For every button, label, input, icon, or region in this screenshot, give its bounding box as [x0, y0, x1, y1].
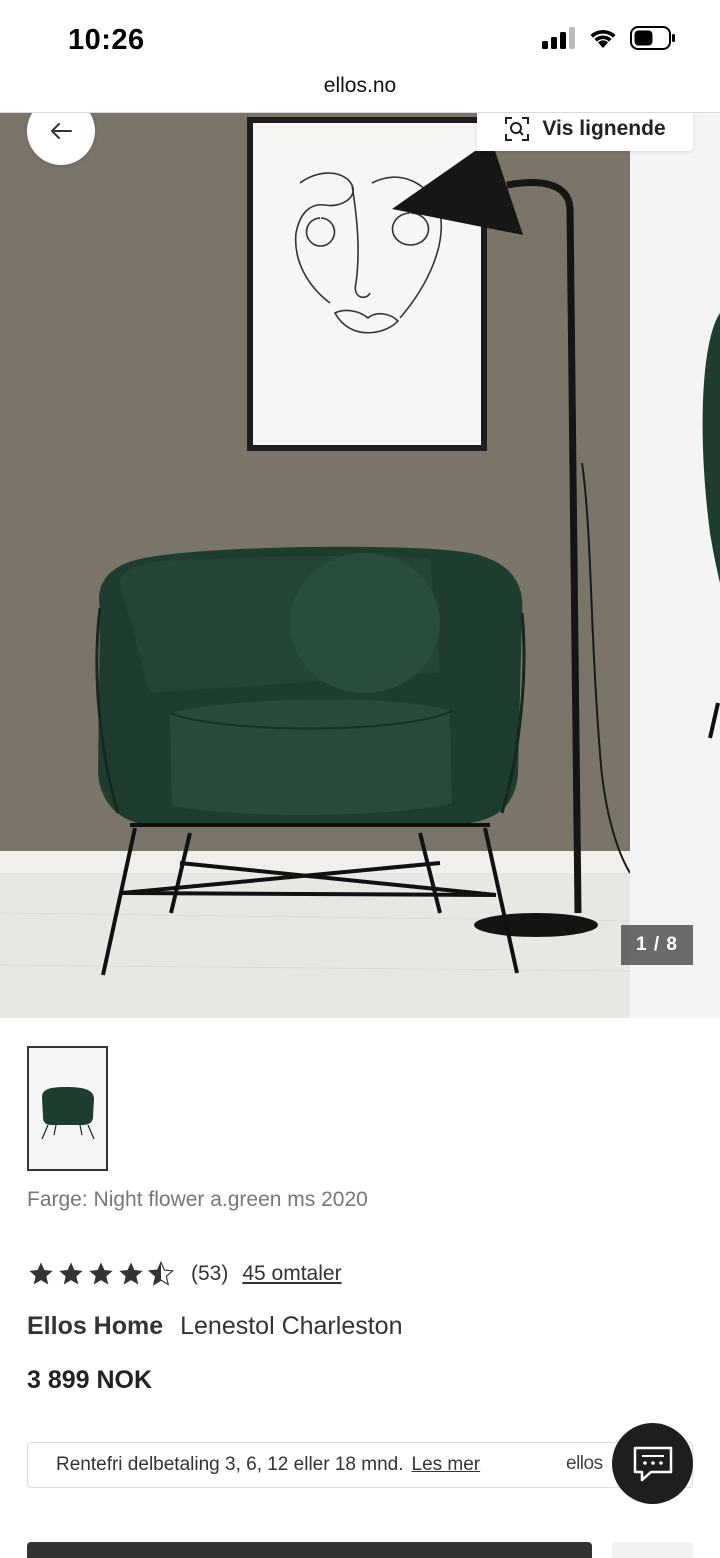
- product-title: Ellos Home Lenestol Charleston: [27, 1312, 402, 1341]
- browser-url[interactable]: ellos.no: [0, 74, 720, 112]
- add-to-cart-button[interactable]: [27, 1542, 592, 1558]
- arrow-left-icon: [51, 123, 72, 139]
- favorite-button[interactable]: [612, 1542, 693, 1558]
- product-gallery[interactable]: Vis lignende 1 / 8: [0, 113, 720, 1018]
- product-brand[interactable]: Ellos Home: [27, 1312, 163, 1340]
- battery-icon: [630, 26, 675, 50]
- reviews-link[interactable]: 45 omtaler: [242, 1262, 341, 1286]
- star-full-icon: [119, 1262, 143, 1285]
- rating-count: (53): [191, 1262, 229, 1285]
- similar-label: Vis lignende: [542, 117, 666, 140]
- ellos-logo: ellos: [566, 1453, 603, 1474]
- chat-bubble-icon: [633, 1446, 672, 1481]
- financing-read-more-link[interactable]: Les mer: [412, 1454, 481, 1476]
- status-bar: 10:26: [0, 0, 720, 78]
- product-image-next-peek[interactable]: [630, 113, 720, 1018]
- color-label: Farge: Night flower a.green ms 2020: [27, 1188, 368, 1211]
- financing-banner: Rentefri delbetaling 3, 6, 12 eller 18 m…: [27, 1442, 693, 1488]
- status-time: 10:26: [68, 24, 145, 56]
- star-full-icon: [29, 1262, 53, 1285]
- star-full-icon: [59, 1262, 83, 1285]
- wifi-icon: [590, 29, 616, 48]
- status-icons: [542, 26, 676, 50]
- rating-row: (53) 45 omtaler: [27, 1258, 342, 1290]
- product-name: Lenestol Charleston: [180, 1312, 403, 1340]
- financing-text: Rentefri delbetaling 3, 6, 12 eller 18 m…: [56, 1454, 404, 1475]
- star-half-icon: [147, 1260, 175, 1286]
- visual-search-icon: [505, 117, 530, 141]
- image-counter: 1 / 8: [621, 925, 693, 965]
- cellular-signal-icon: [542, 27, 575, 49]
- star-full-icon: [89, 1262, 113, 1285]
- similar-products-button[interactable]: Vis lignende: [477, 113, 693, 151]
- product-price: 3 899 NOK: [27, 1366, 153, 1394]
- star-rating: [27, 1260, 175, 1288]
- product-image-main[interactable]: [0, 113, 630, 1018]
- thumbnail-1[interactable]: [27, 1046, 108, 1171]
- thumbnail-image: [40, 1086, 95, 1139]
- chat-button[interactable]: [612, 1423, 693, 1504]
